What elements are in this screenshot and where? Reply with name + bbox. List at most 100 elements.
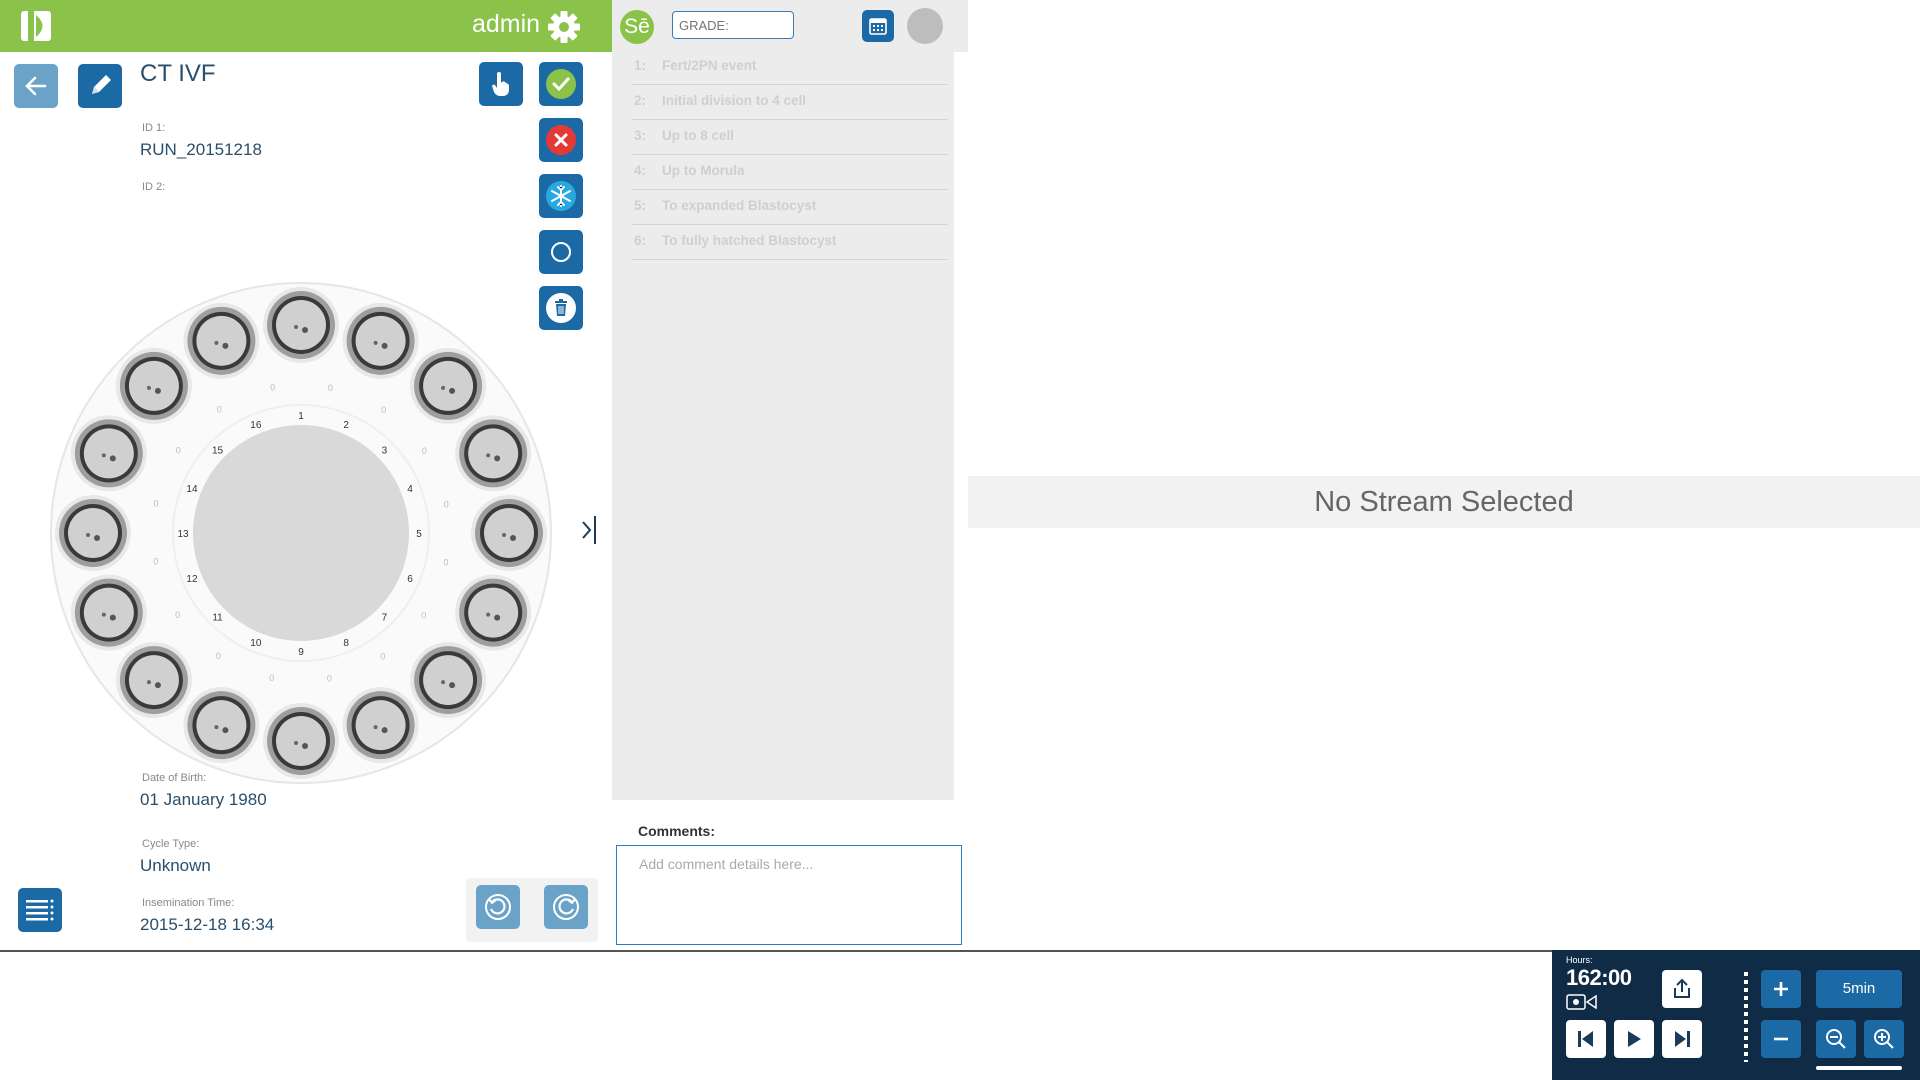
reject-button[interactable] (539, 118, 583, 162)
embryo-well[interactable] (183, 687, 260, 764)
play-button[interactable] (1614, 1020, 1654, 1058)
magnifier-minus-icon (1826, 1029, 1846, 1049)
insemination-label: Insemination Time: (142, 897, 235, 909)
chevron-right-icon (582, 516, 596, 544)
comments-label: Comments: (638, 823, 716, 839)
step-forward-icon (1675, 1031, 1690, 1047)
export-button[interactable] (1662, 970, 1702, 1008)
hand-pointer-icon (492, 72, 510, 96)
well-number: 13 (177, 529, 189, 540)
accept-button[interactable] (539, 62, 583, 106)
well-number: 12 (186, 574, 198, 585)
back-button[interactable] (14, 64, 58, 108)
calendar-button[interactable] (862, 10, 894, 42)
well-count: 0 (381, 405, 386, 415)
embryo-well[interactable] (410, 642, 487, 719)
embryo-well[interactable] (115, 347, 192, 424)
grade-stage-6[interactable]: 6: To fully hatched Blastocyst (632, 225, 948, 260)
well-count: 0 (153, 499, 158, 509)
comments-textarea[interactable]: Add comment details here... (616, 845, 962, 945)
well-number: 10 (250, 638, 262, 649)
well-number: 16 (250, 420, 262, 431)
select-mode-button[interactable] (479, 62, 523, 106)
well-count: 0 (421, 611, 426, 621)
well-count: 0 (327, 673, 332, 683)
well-count: 0 (175, 610, 180, 620)
timeline-slider[interactable] (1744, 972, 1748, 1062)
well-number: 11 (212, 612, 223, 623)
embryo-well[interactable] (70, 415, 147, 492)
share-icon (1674, 978, 1690, 998)
rotate-right-button[interactable] (544, 885, 588, 929)
unassigned-button[interactable] (539, 230, 583, 274)
page-title: CT IVF (140, 60, 216, 87)
menu-button[interactable] (18, 888, 62, 932)
rotate-left-button[interactable] (476, 885, 520, 929)
list-menu-icon (26, 899, 54, 921)
embryo-well[interactable] (410, 347, 487, 424)
embryo-well[interactable] (263, 703, 339, 779)
well-count: 0 (270, 383, 275, 393)
user-name[interactable]: admin (472, 10, 540, 39)
well-number: 15 (212, 446, 224, 457)
zoom-out-button[interactable] (1816, 1020, 1856, 1058)
hours-label: Hours: (1566, 955, 1593, 965)
embryo-well[interactable] (342, 302, 419, 379)
cycle-value: Unknown (140, 856, 211, 875)
rotate-ccw-icon (485, 894, 511, 920)
grade-input[interactable] (672, 11, 794, 39)
id1-label: ID 1: (142, 122, 166, 134)
well-count: 0 (328, 383, 333, 393)
insemination-value: 2015-12-18 16:34 (140, 915, 275, 934)
zoom-level-bar[interactable] (1816, 1066, 1902, 1070)
status-indicator[interactable] (907, 8, 943, 44)
no-stream-message: No Stream Selected (1314, 486, 1574, 518)
zoom-out-time-button[interactable] (1761, 1020, 1801, 1058)
grade-stage-1[interactable]: 1: Fert/2PN event (632, 50, 948, 85)
well-number: 1 (298, 411, 304, 422)
dob-value: 01 January 1980 (140, 790, 267, 809)
zoom-in-time-button[interactable] (1761, 970, 1801, 1008)
check-icon (546, 69, 576, 99)
grading-scrollbar[interactable] (954, 52, 968, 800)
grade-stage-5[interactable]: 5: To expanded Blastocyst (632, 190, 948, 225)
embryo-well[interactable] (55, 495, 131, 571)
app-logo-icon[interactable] (19, 9, 53, 43)
well-count: 0 (422, 446, 427, 456)
embryo-well[interactable] (183, 302, 260, 379)
grade-stage-2[interactable]: 2: Initial division to 4 cell (632, 85, 948, 120)
step-forward-button[interactable] (1662, 1020, 1702, 1058)
embryo-well[interactable] (455, 574, 532, 651)
culture-dish: 0102030405060708090100 11012013014015016 (50, 282, 552, 784)
edit-button[interactable] (78, 64, 122, 108)
grade-badge[interactable]: Sē (620, 10, 654, 44)
video-record-icon[interactable] (1566, 993, 1598, 1011)
embryo-well[interactable] (455, 415, 532, 492)
snowflake-icon (546, 181, 576, 211)
well-number: 5 (416, 529, 422, 540)
grade-stage-3[interactable]: 3: Up to 8 cell (632, 120, 948, 155)
minus-icon (1774, 1037, 1788, 1041)
magnifier-plus-icon (1874, 1029, 1894, 1049)
embryo-well[interactable] (263, 287, 339, 363)
settings-gear-icon[interactable] (547, 10, 581, 44)
freeze-button[interactable] (539, 174, 583, 218)
interval-button[interactable]: 5min (1816, 970, 1902, 1008)
plus-icon (1774, 982, 1788, 996)
grade-stage-4[interactable]: 4: Up to Morula (632, 155, 948, 190)
well-number: 7 (382, 612, 388, 623)
expand-panel-toggle[interactable] (580, 510, 600, 550)
well-number: 14 (186, 484, 198, 495)
embryo-well[interactable] (70, 574, 147, 651)
embryo-well[interactable] (471, 495, 547, 571)
step-back-button[interactable] (1566, 1020, 1606, 1058)
close-icon (546, 125, 576, 155)
well-count: 0 (217, 405, 222, 415)
embryo-well[interactable] (342, 687, 419, 764)
zoom-in-button[interactable] (1864, 1020, 1904, 1058)
well-count: 0 (380, 651, 385, 661)
well-count: 0 (153, 556, 158, 566)
embryo-well[interactable] (115, 642, 192, 719)
well-count: 0 (216, 651, 221, 661)
id2-label: ID 2: (142, 181, 166, 193)
